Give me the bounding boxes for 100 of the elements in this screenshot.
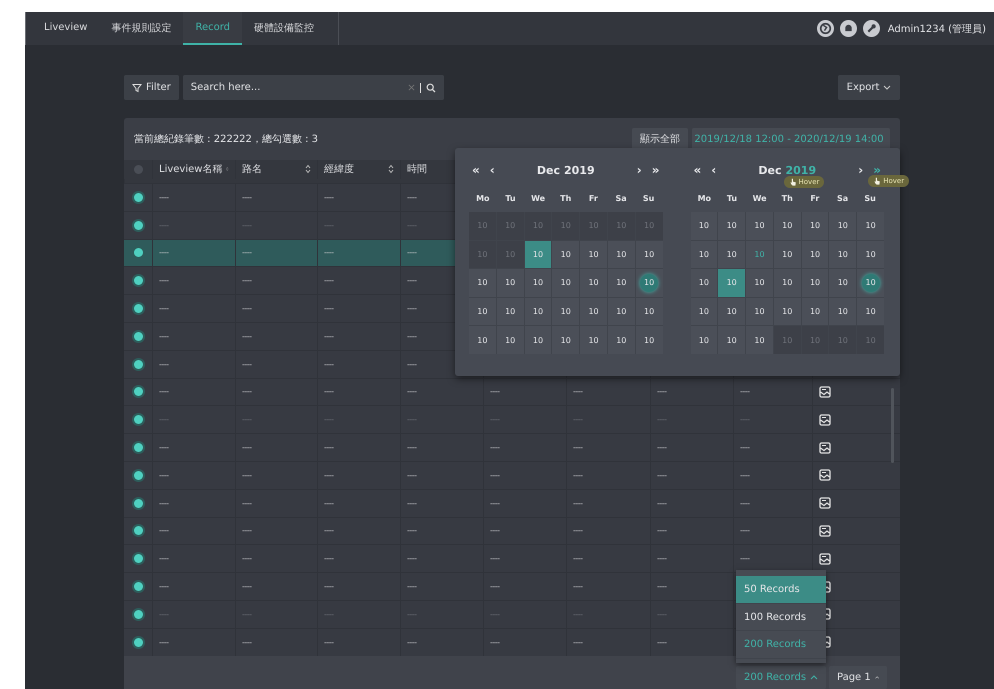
calendar-day[interactable]: 10	[496, 326, 524, 354]
nav-tab[interactable]: Record	[183, 12, 242, 45]
calendar-day[interactable]: 10	[552, 240, 580, 268]
image-icon[interactable]	[819, 386, 831, 398]
calendar-day[interactable]: 10	[469, 298, 496, 326]
calendar-nav-button[interactable]: ‹	[486, 163, 498, 177]
calendar-day[interactable]: 10	[524, 269, 552, 297]
calendar-day[interactable]: 10	[690, 269, 718, 297]
row-checkbox[interactable]	[134, 304, 142, 314]
calendar-day[interactable]: 10	[746, 240, 773, 268]
calendar-day[interactable]: 10	[718, 326, 746, 354]
image-icon[interactable]	[819, 497, 831, 510]
bell-icon[interactable]	[840, 20, 857, 37]
row-checkbox[interactable]	[134, 192, 142, 202]
calendar-day[interactable]: 10	[862, 274, 880, 292]
calendar-day[interactable]: 10	[774, 269, 801, 297]
calendar-day[interactable]: 10	[608, 269, 635, 297]
calendar-day[interactable]: 10	[524, 298, 552, 326]
column-header[interactable]: 路名	[242, 162, 262, 176]
image-icon[interactable]	[819, 524, 831, 537]
image-icon[interactable]	[819, 552, 831, 565]
row-checkbox[interactable]	[134, 248, 142, 258]
search-icon[interactable]	[426, 82, 436, 92]
show-all-button[interactable]: 顯示全部	[632, 128, 688, 150]
calendar-day[interactable]: 10	[524, 326, 552, 354]
month-label[interactable]: Dec	[536, 164, 560, 176]
calendar-day[interactable]: 10	[857, 212, 884, 240]
row-checkbox[interactable]	[134, 554, 142, 564]
calendar-day[interactable]: 10	[552, 326, 580, 354]
calendar-day[interactable]: 10	[746, 269, 773, 297]
calendar-day[interactable]: 10	[718, 298, 746, 326]
calendar-day[interactable]: 10	[608, 298, 635, 326]
image-icon[interactable]	[819, 442, 831, 454]
date-range-field[interactable]: 2019/12/18 12:00 - 2020/12/19 14:00	[692, 128, 890, 150]
nav-tab[interactable]: 硬體設備監控	[242, 12, 326, 45]
calendar-day[interactable]: 10	[580, 298, 607, 326]
calendar-day[interactable]: 10	[580, 240, 607, 268]
calendar-day[interactable]: 10	[640, 274, 658, 292]
calendar-day[interactable]: 10	[690, 240, 718, 268]
row-checkbox[interactable]	[134, 638, 142, 647]
calendar-nav-button[interactable]: ‹	[708, 163, 720, 177]
dropdown-option[interactable]: 100 Records	[736, 604, 826, 632]
calendar-nav-button[interactable]: «	[690, 163, 704, 177]
calendar-day[interactable]: 10	[552, 269, 580, 297]
calendar-day[interactable]: 10	[774, 240, 801, 268]
calendar-day[interactable]: 10	[636, 298, 662, 326]
row-checkbox[interactable]	[134, 276, 142, 286]
row-checkbox[interactable]	[134, 360, 142, 369]
nav-tab[interactable]: 事件規則設定	[99, 12, 184, 45]
row-checkbox[interactable]	[134, 470, 142, 480]
row-checkbox[interactable]	[134, 443, 142, 452]
column-header[interactable]: 經緯度	[324, 162, 354, 176]
calendar-day[interactable]: 10	[829, 298, 856, 326]
sort-icon[interactable]	[305, 164, 311, 174]
calendar-nav-button[interactable]: ›	[855, 163, 866, 177]
calendar-day[interactable]: 10	[857, 298, 884, 326]
page-select[interactable]: Page 1	[829, 666, 887, 689]
export-button[interactable]: Export	[838, 75, 900, 100]
calendar-nav-button[interactable]: ›	[634, 163, 645, 177]
calendar-day[interactable]: 10	[496, 298, 524, 326]
calendar-day[interactable]: 10	[802, 269, 828, 297]
calendar-day[interactable]: 10	[690, 326, 718, 354]
calendar-day[interactable]: 10	[496, 269, 524, 297]
calendar-day[interactable]: 10	[636, 326, 662, 354]
select-all-checkbox[interactable]	[134, 164, 142, 174]
calendar-day[interactable]: 10	[802, 298, 828, 326]
filter-button[interactable]: Filter	[124, 75, 179, 100]
sort-icon[interactable]	[388, 164, 394, 174]
page-size-select[interactable]: 200 Records	[736, 666, 826, 689]
calendar-day[interactable]: 10	[857, 240, 884, 268]
calendar-day[interactable]: 10	[829, 212, 856, 240]
year-label[interactable]: 2019	[564, 164, 595, 176]
wrench-icon[interactable]	[862, 20, 880, 37]
nav-tab[interactable]: Liveview	[32, 12, 100, 45]
calendar-day[interactable]: 10	[636, 240, 662, 268]
calendar-day[interactable]: 10	[774, 212, 801, 240]
calendar-day[interactable]: 10	[469, 326, 496, 354]
calendar-day[interactable]: 10	[718, 240, 746, 268]
calendar-day[interactable]: 10	[690, 212, 718, 240]
calendar-day[interactable]: 10	[580, 269, 607, 297]
row-checkbox[interactable]	[134, 526, 142, 536]
dropdown-option[interactable]: 200 Records	[736, 631, 826, 659]
calendar-day[interactable]: 10	[802, 240, 828, 268]
clear-icon[interactable]	[408, 84, 415, 91]
calendar-day[interactable]: 10	[774, 298, 801, 326]
year-label[interactable]: 2019	[786, 164, 816, 176]
user-name[interactable]: Admin1234 (管理員)	[888, 22, 986, 36]
search-field[interactable]: Search here...	[182, 75, 444, 100]
row-checkbox[interactable]	[134, 582, 142, 592]
image-icon[interactable]	[819, 469, 831, 482]
calendar-nav-button[interactable]: «	[469, 163, 483, 177]
calendar-day[interactable]: 10	[829, 240, 856, 268]
calendar-nav-button[interactable]: »	[648, 163, 662, 177]
calendar-day[interactable]: 10	[746, 298, 773, 326]
column-header[interactable]: Liveview名稱	[159, 162, 222, 176]
calendar-day[interactable]: 10	[746, 326, 773, 354]
row-checkbox[interactable]	[134, 498, 142, 508]
calendar-day[interactable]: 10	[469, 269, 496, 297]
row-checkbox[interactable]	[134, 387, 142, 396]
calendar-day[interactable]: 10	[718, 212, 746, 240]
